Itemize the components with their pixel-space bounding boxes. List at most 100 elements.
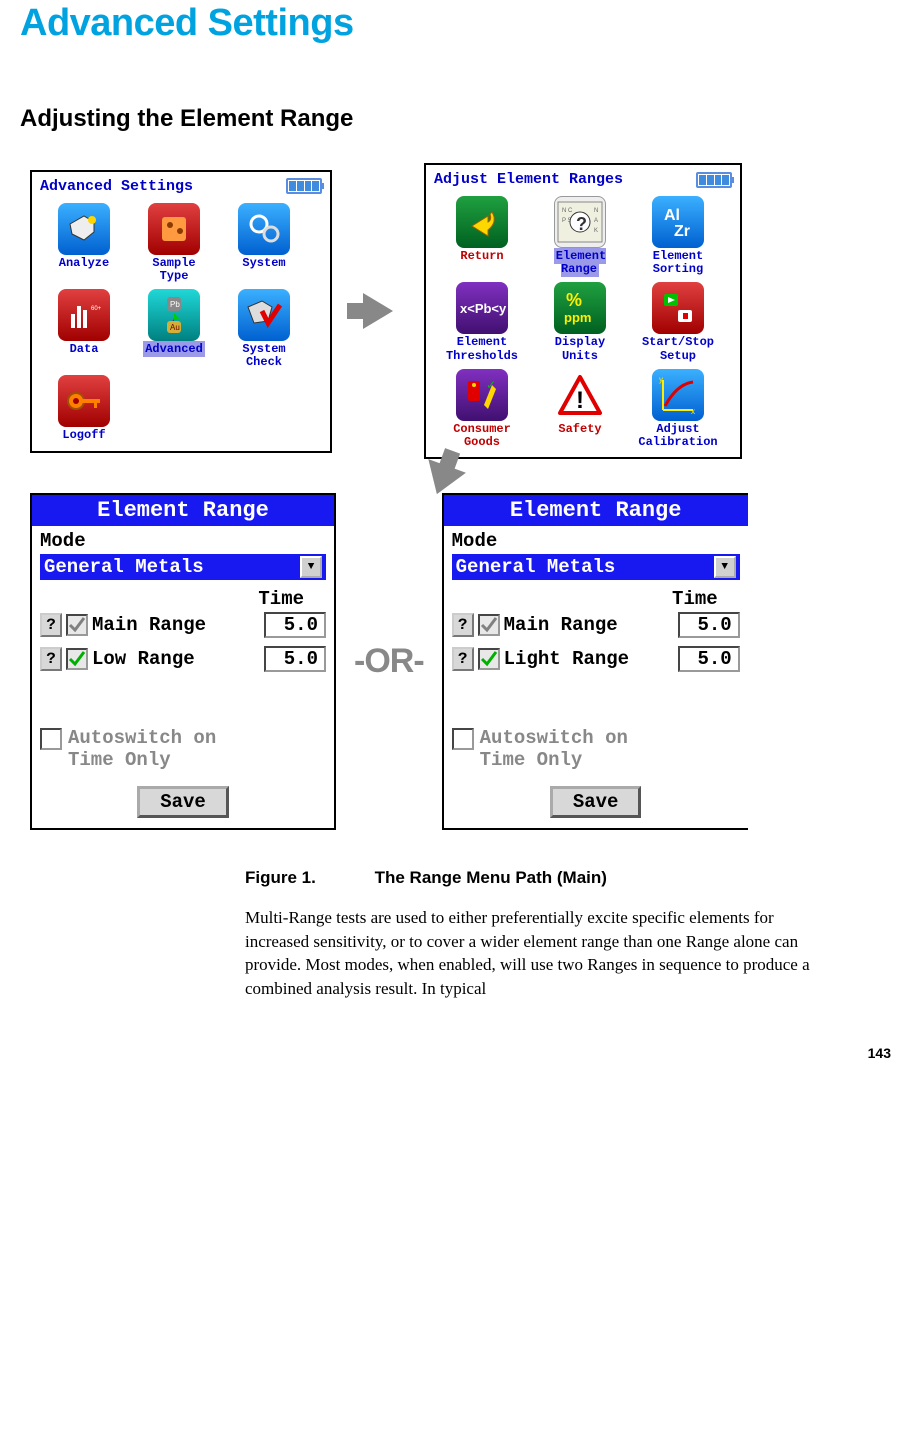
svg-text:!: ! [576, 387, 584, 414]
save-button[interactable]: Save [550, 786, 642, 818]
check-icon [238, 289, 290, 341]
label: Data [40, 343, 128, 356]
menu-element-sorting[interactable]: AlZr Element Sorting [630, 196, 726, 276]
mode-dropdown[interactable]: General Metals ▼ [452, 554, 740, 580]
svg-text:Zr: Zr [674, 223, 690, 240]
svg-text:K: K [594, 228, 598, 234]
svg-text:Pb: Pb [170, 300, 180, 309]
autoswitch-label: Autoswitch on Time Only [68, 728, 216, 772]
start-stop-icon [652, 282, 704, 334]
menu-sample-type[interactable]: Sample Type [130, 203, 218, 283]
label: Advanced [130, 343, 218, 356]
menu-system[interactable]: System [220, 203, 308, 283]
svg-text:ppm: ppm [564, 310, 591, 325]
range-name: Light Range [504, 648, 674, 670]
panel-title: Advanced Settings [40, 178, 193, 195]
help-button[interactable]: ? [452, 613, 474, 637]
range-name: Main Range [92, 614, 260, 636]
range-name: Low Range [92, 648, 260, 670]
advanced-icon: Pb Au [148, 289, 200, 341]
time-value[interactable]: 5.0 [678, 646, 740, 672]
menu-adjust-calibration[interactable]: yx Adjust Calibration [630, 369, 726, 449]
checkbox[interactable] [478, 614, 500, 636]
save-button[interactable]: Save [137, 786, 229, 818]
page-title: Advanced Settings [20, 2, 879, 45]
svg-text:A: A [594, 218, 598, 224]
checkbox[interactable] [66, 614, 88, 636]
label: Sample Type [130, 257, 218, 283]
section-title: Adjusting the Element Range [20, 105, 879, 133]
label: Element Thresholds [434, 336, 530, 362]
panel-title: Element Range [32, 495, 334, 526]
or-separator: -OR- [354, 642, 424, 681]
menu-element-thresholds[interactable]: x<Pb<y Element Thresholds [434, 282, 530, 362]
range-row-light: ? Light Range 5.0 [452, 646, 740, 672]
figure-caption: Figure 1. The Range Menu Path (Main) Mul… [245, 868, 879, 1001]
menu-system-check[interactable]: System Check [220, 289, 308, 369]
mode-label: Mode [452, 530, 740, 552]
menu-display-units[interactable]: %ppm Display Units [532, 282, 628, 362]
checkbox[interactable] [452, 728, 474, 750]
svg-text:y: y [659, 375, 663, 384]
menu-return[interactable]: Return [434, 196, 530, 276]
label: Consumer Goods [434, 423, 530, 449]
time-value[interactable]: 5.0 [264, 646, 326, 672]
mode-dropdown[interactable]: General Metals ▼ [40, 554, 326, 580]
label: System Check [220, 343, 308, 369]
time-value[interactable]: 5.0 [678, 612, 740, 638]
help-button[interactable]: ? [40, 647, 62, 671]
battery-icon [696, 172, 732, 188]
panel-adjust-element-ranges: Adjust Element Ranges Return N CP SNAK? … [424, 163, 742, 459]
menu-start-stop-setup[interactable]: Start/Stop Setup [630, 282, 726, 362]
svg-text:%: % [566, 290, 582, 310]
svg-text:Au: Au [170, 323, 180, 332]
panel-title: Adjust Element Ranges [434, 171, 623, 188]
label: Analyze [40, 257, 128, 270]
time-header: Time [40, 588, 326, 610]
mode-value: General Metals [456, 556, 616, 578]
menu-safety[interactable]: ! Safety [532, 369, 628, 449]
time-value[interactable]: 5.0 [264, 612, 326, 638]
return-arrow-icon [456, 196, 508, 248]
dropdown-arrow-icon: ▼ [714, 556, 736, 578]
label: Adjust Calibration [630, 423, 726, 449]
menu-analyze[interactable]: Analyze [40, 203, 128, 283]
checkbox[interactable] [478, 648, 500, 670]
help-button[interactable]: ? [452, 647, 474, 671]
range-row-main: ? Main Range 5.0 [452, 612, 740, 638]
checkbox[interactable] [66, 648, 88, 670]
threshold-icon: x<Pb<y [456, 282, 508, 334]
gears-icon [238, 203, 290, 255]
svg-text:✓: ✓ [486, 378, 496, 392]
calibration-icon: yx [652, 369, 704, 421]
label: Element Range [532, 250, 628, 276]
time-header: Time [452, 588, 740, 610]
svg-text:x<Pb<y: x<Pb<y [460, 301, 506, 316]
periodic-icon: N CP SNAK? [554, 196, 606, 248]
svg-text:60+: 60+ [91, 306, 102, 312]
panel-advanced-settings: Advanced Settings Analyze Sample Type [30, 170, 332, 453]
warning-icon: ! [554, 369, 606, 421]
mode-label: Mode [40, 530, 326, 552]
help-button[interactable]: ? [40, 613, 62, 637]
menu-data[interactable]: 60+ Data [40, 289, 128, 369]
svg-text:N: N [594, 208, 598, 214]
autoswitch-label: Autoswitch on Time Only [480, 728, 628, 772]
range-name: Main Range [504, 614, 674, 636]
menu-logoff[interactable]: Logoff [40, 375, 128, 442]
autoswitch-row: Autoswitch on Time Only [452, 728, 740, 772]
panel-title: Element Range [444, 495, 748, 526]
battery-icon [286, 178, 322, 194]
svg-text:?: ? [576, 214, 587, 234]
checkbox[interactable] [40, 728, 62, 750]
toy-icon: ✓ [456, 369, 508, 421]
svg-text:N C: N C [562, 208, 573, 214]
figure-number: Figure 1. [245, 868, 316, 887]
menu-consumer-goods[interactable]: ✓ Consumer Goods [434, 369, 530, 449]
mode-value: General Metals [44, 556, 204, 578]
menu-element-range[interactable]: N CP SNAK? Element Range [532, 196, 628, 276]
range-row-main: ? Main Range 5.0 [40, 612, 326, 638]
label: System [220, 257, 308, 270]
menu-advanced[interactable]: Pb Au Advanced [130, 289, 218, 369]
dropdown-arrow-icon: ▼ [300, 556, 322, 578]
